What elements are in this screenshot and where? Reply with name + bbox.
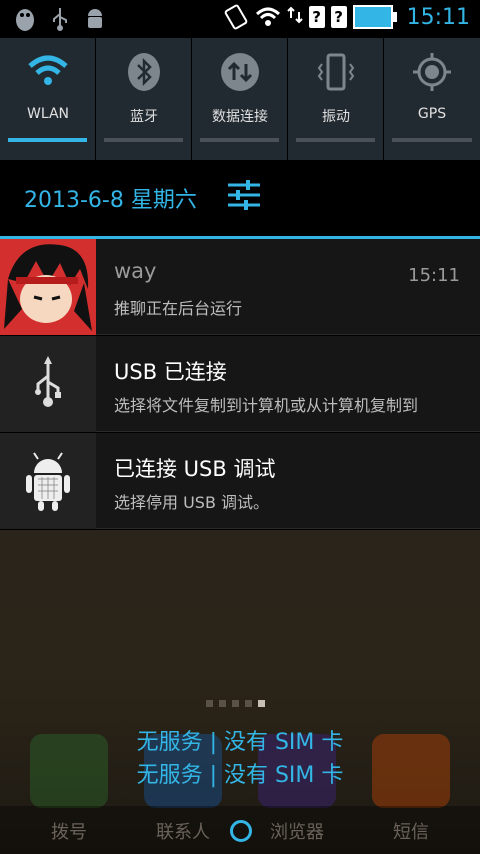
battery-charging-icon	[352, 5, 397, 29]
no-sim-icon: ?	[308, 6, 325, 28]
notification-usb[interactable]: USB 已连接 选择将文件复制到计算机或从计算机复制到	[0, 336, 480, 432]
tile-label: 振动	[322, 109, 350, 125]
notification-way[interactable]: way 推聊正在后台运行 15:11	[0, 239, 480, 335]
date-label: 2013-6-8 星期六	[24, 188, 197, 213]
notification-icon-box	[0, 336, 96, 432]
page-dot	[219, 700, 226, 707]
page-dot-active	[258, 700, 265, 707]
tile-data[interactable]: 数据连接	[192, 38, 288, 160]
tile-indicator	[200, 138, 279, 142]
notification-time: 15:11	[408, 265, 460, 286]
dock-label-phone[interactable]: 拨号	[14, 818, 124, 844]
app-drawer-icon[interactable]	[230, 820, 252, 842]
page-dot	[232, 700, 239, 707]
dock-label-messaging[interactable]: 短信	[356, 818, 466, 844]
android-icon	[88, 9, 102, 28]
notification-text: 推聊正在后台运行	[114, 299, 243, 318]
notification-title: way	[114, 259, 157, 283]
notification-text: 选择停用 USB 调试。	[114, 493, 270, 512]
settings-sliders-icon[interactable]	[228, 178, 260, 212]
vibrate-icon	[224, 4, 247, 30]
avatar-icon	[0, 239, 96, 335]
page-indicator	[206, 700, 265, 707]
wifi-icon	[255, 7, 280, 26]
bluetooth-icon	[128, 53, 160, 91]
penguin-icon	[16, 9, 34, 31]
dock-label-browser[interactable]: 浏览器	[242, 818, 352, 844]
gps-icon	[413, 53, 451, 91]
tile-indicator	[296, 138, 375, 142]
page-dot	[206, 700, 213, 707]
usb-icon	[53, 8, 67, 31]
avatar	[0, 239, 96, 335]
tile-indicator	[104, 138, 183, 142]
tile-bluetooth[interactable]: 蓝牙	[96, 38, 192, 160]
quick-settings-panel: WLAN 蓝牙 数据连接 振动 GPS	[0, 38, 480, 160]
android-debug-icon	[26, 452, 70, 511]
tile-label: GPS	[417, 106, 447, 122]
data-arrows-icon	[221, 53, 259, 91]
status-time: 15:11	[406, 4, 470, 30]
tile-vibrate[interactable]: 振动	[288, 38, 384, 160]
notification-title: USB 已连接	[114, 360, 227, 384]
tile-indicator	[392, 138, 472, 142]
vibrate-icon	[317, 53, 355, 91]
carrier-label: 无服务 | 没有 SIM 卡	[136, 763, 344, 788]
tile-label: 蓝牙	[130, 109, 158, 125]
wifi-icon	[28, 55, 68, 85]
tile-wlan[interactable]: WLAN	[0, 38, 96, 160]
page-dot	[245, 700, 252, 707]
no-sim-icon: ?	[330, 6, 347, 28]
notification-usb-debug[interactable]: 已连接 USB 调试 选择停用 USB 调试。	[0, 433, 480, 529]
tile-indicator	[8, 138, 87, 142]
usb-icon	[35, 356, 61, 407]
date-row: 2013-6-8 星期六	[0, 160, 480, 236]
data-arrows-icon	[286, 6, 303, 24]
carrier-label: 无服务 | 没有 SIM 卡	[136, 730, 344, 755]
notification-icon-box	[0, 433, 96, 529]
tile-label: 数据连接	[212, 109, 268, 125]
dock-label-contacts[interactable]: 联系人	[128, 818, 238, 844]
notification-text: 选择将文件复制到计算机或从计算机复制到	[114, 396, 419, 415]
status-bar: ? ? 15:11	[0, 0, 480, 38]
tile-gps[interactable]: GPS	[384, 38, 480, 160]
tile-label: WLAN	[26, 106, 69, 122]
notification-title: 已连接 USB 调试	[114, 457, 276, 481]
